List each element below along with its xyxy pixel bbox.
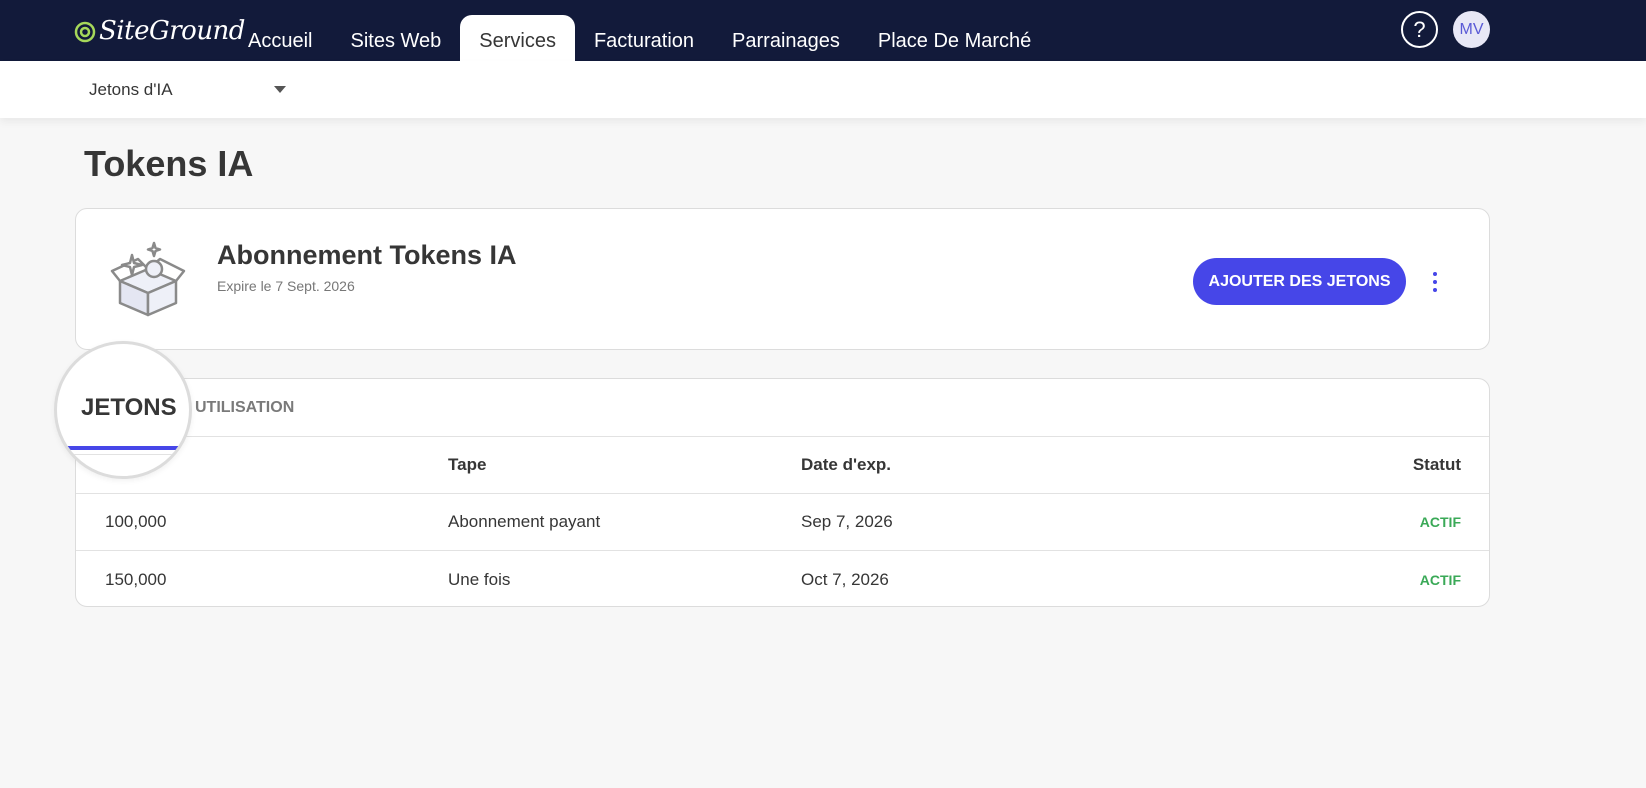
status-badge: ACTIF xyxy=(1419,571,1461,588)
nav-item-sites-web[interactable]: Sites Web xyxy=(331,15,460,61)
tabs: UTILISATION xyxy=(76,379,1489,437)
page-title: Tokens IA xyxy=(84,143,254,184)
row-type: Une fois xyxy=(448,569,511,589)
table-row: 100,000 Abonnement payant Sep 7, 2026 AC… xyxy=(76,494,1489,551)
product-select-value: Jetons d'IA xyxy=(89,79,173,99)
sub-navigation-bar: Jetons d'IA xyxy=(0,61,1646,118)
subscription-title: Abonnement Tokens IA xyxy=(217,240,517,270)
column-header-type: Tape xyxy=(448,455,487,474)
avatar[interactable]: MV xyxy=(1453,11,1490,48)
more-options-icon[interactable] xyxy=(1430,269,1440,295)
column-header-status: Statut xyxy=(1412,455,1461,474)
row-amount: 100,000 xyxy=(105,512,167,531)
top-navigation-bar: SiteGround Accueil Sites Web Services Fa… xyxy=(0,0,1646,61)
gift-box-icon xyxy=(110,241,186,317)
main-nav: Accueil Sites Web Services Facturation P… xyxy=(229,15,1050,61)
column-header-expiry-date: Date d'exp. xyxy=(801,455,892,474)
status-badge: ACTIF xyxy=(1419,514,1461,530)
nav-item-accueil[interactable]: Accueil xyxy=(229,15,331,61)
tab-utilisation[interactable]: UTILISATION xyxy=(195,399,294,417)
row-expiry-date: Oct 7, 2026 xyxy=(801,569,889,589)
active-tab-indicator xyxy=(67,446,183,450)
row-type: Abonnement payant xyxy=(448,512,601,531)
tokens-table-card: UTILISATION nt Tape Date d'exp. Statut 1… xyxy=(75,378,1490,607)
siteground-logo-icon xyxy=(74,21,96,43)
product-select[interactable]: Jetons d'IA xyxy=(89,61,289,118)
logo-text: SiteGround xyxy=(99,16,245,46)
row-amount: 150,000 xyxy=(105,569,167,589)
subscription-card: Abonnement Tokens IA Expire le 7 Sept. 2… xyxy=(75,208,1490,350)
divider xyxy=(57,454,189,455)
table-header-row: nt Tape Date d'exp. Statut xyxy=(76,437,1489,494)
row-expiry-date: Sep 7, 2026 xyxy=(801,512,893,531)
nav-item-services[interactable]: Services xyxy=(460,15,575,61)
nav-item-facturation[interactable]: Facturation xyxy=(575,15,713,61)
table-row: 150,000 Une fois Oct 7, 2026 ACTIF xyxy=(76,551,1489,606)
magnifier-overlay: JETONS xyxy=(54,341,192,479)
tab-jetons[interactable]: JETONS xyxy=(81,394,177,422)
add-tokens-button[interactable]: AJOUTER DES JETONS xyxy=(1193,258,1406,305)
subscription-expiry: Expire le 7 Sept. 2026 xyxy=(217,278,355,294)
help-icon[interactable]: ? xyxy=(1401,11,1438,48)
siteground-logo[interactable]: SiteGround xyxy=(74,14,245,48)
nav-item-parrainages[interactable]: Parrainages xyxy=(713,15,859,61)
chevron-down-icon xyxy=(274,86,286,93)
nav-item-place-de-marche[interactable]: Place De Marché xyxy=(859,15,1050,61)
